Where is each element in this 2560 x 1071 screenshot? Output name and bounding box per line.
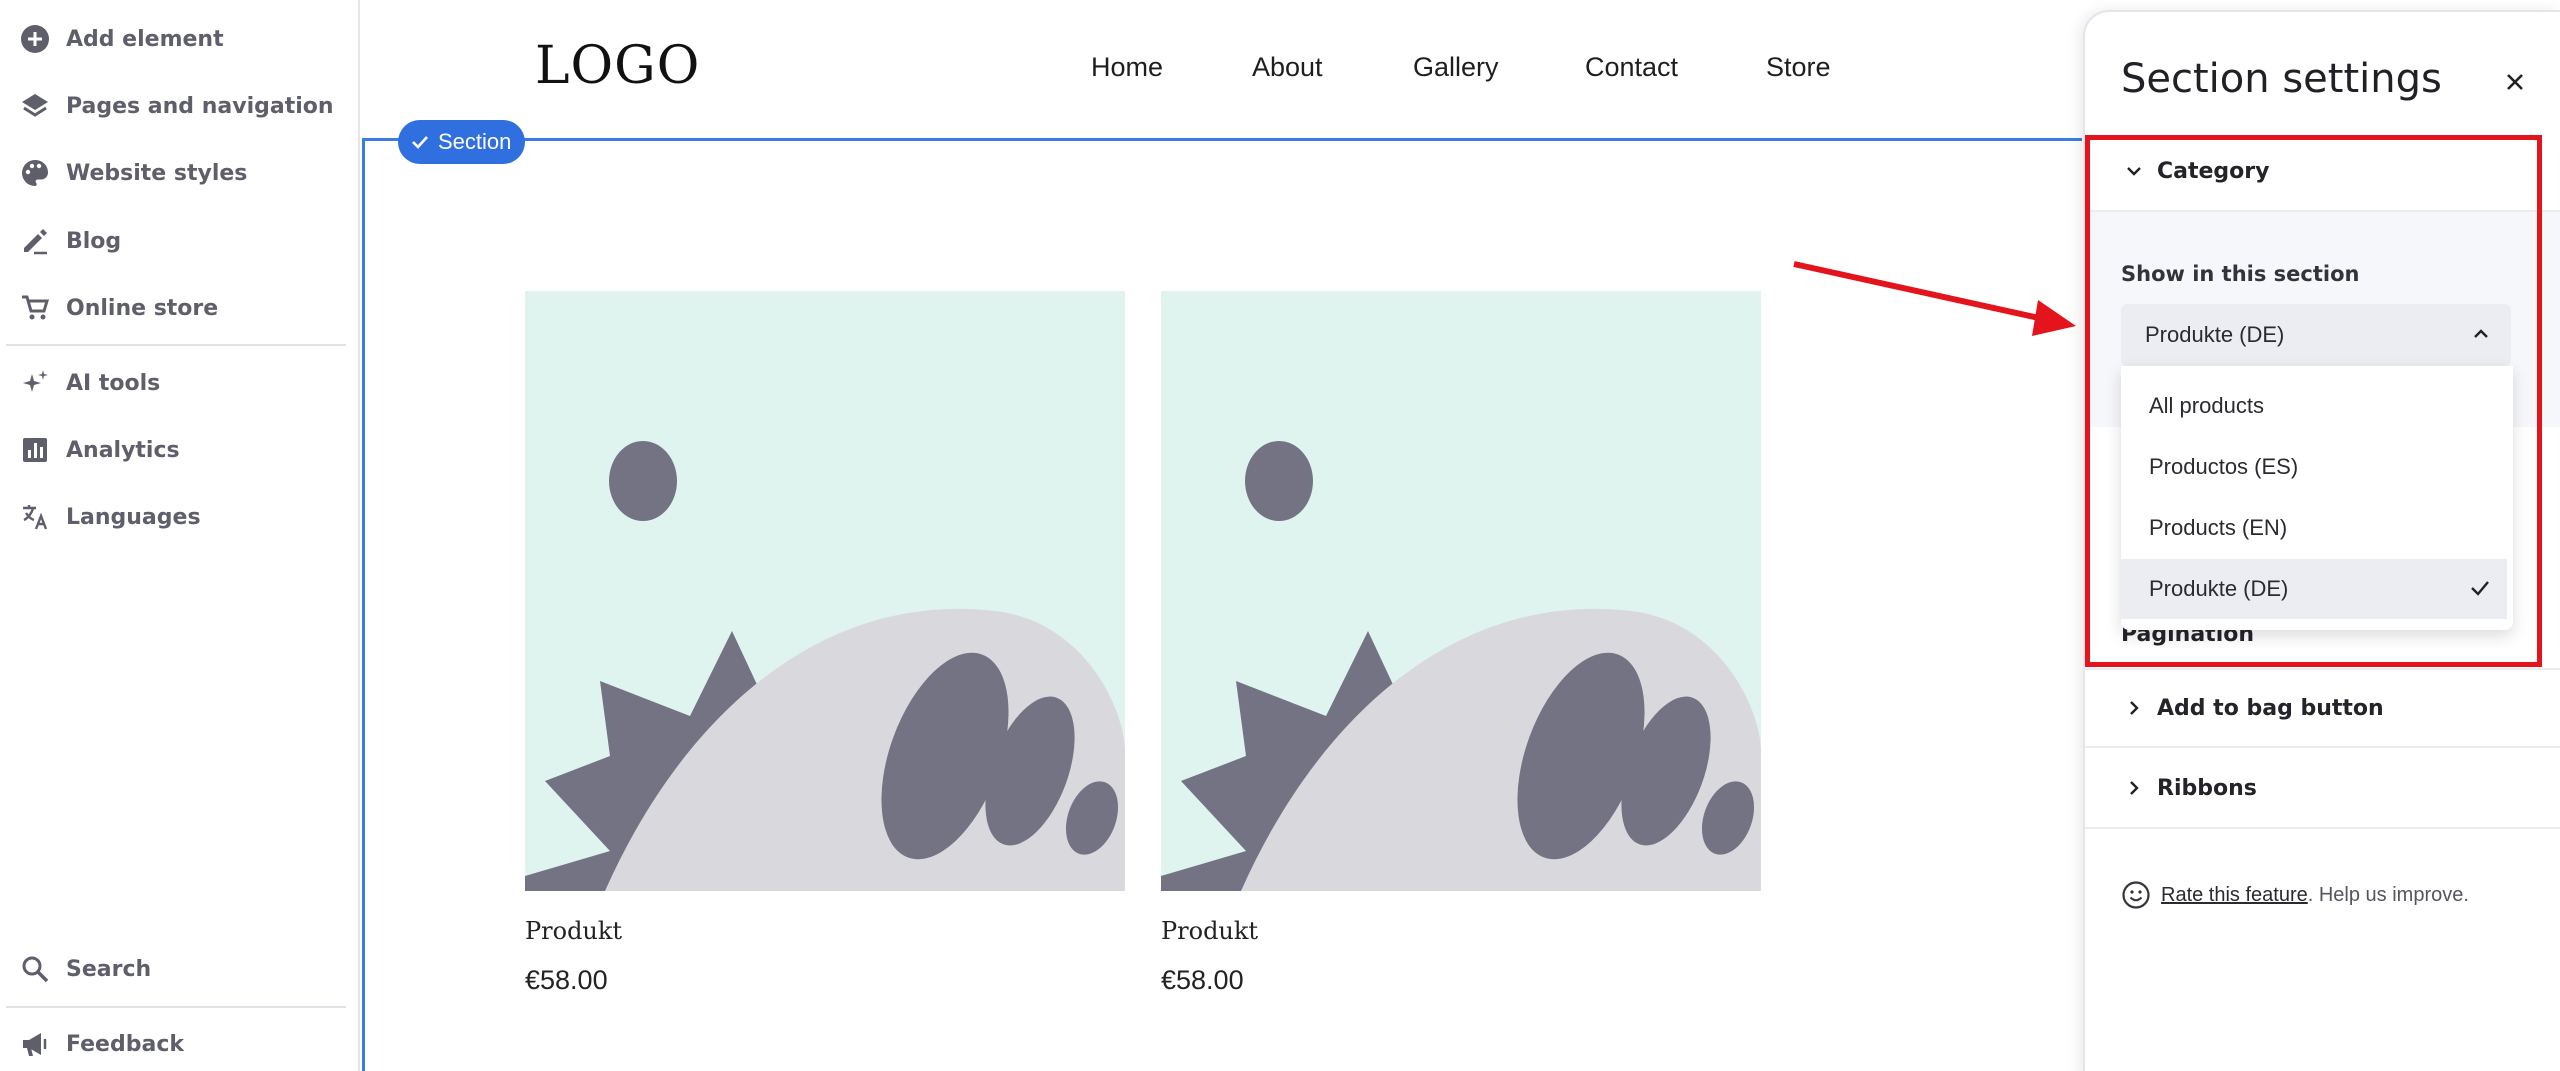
website-canvas: LOGO Home About Gallery Contact Store Se…: [362, 0, 2082, 1071]
check-icon: [2469, 577, 2491, 605]
sidebar-item-label: Blog: [66, 228, 122, 254]
bar-chart-icon: [18, 433, 52, 467]
category-select-value: Produkte (DE): [2145, 322, 2285, 347]
product-price: €58.00: [525, 965, 608, 995]
editor-root: Add element Pages and navigation Website…: [0, 0, 2560, 1071]
accordion-category[interactable]: Category: [2085, 132, 2560, 212]
product-image-placeholder[interactable]: [1161, 291, 1761, 891]
accordion-label: Add to bag button: [2157, 695, 2384, 721]
sidebar-item-feedback[interactable]: Feedback: [18, 1022, 348, 1066]
nav-link-store[interactable]: Store: [1766, 52, 1831, 83]
product-name[interactable]: Produkt: [1161, 917, 1761, 945]
chevron-down-icon: [2121, 158, 2147, 184]
accordion-ribbons[interactable]: Ribbons: [2085, 749, 2560, 829]
sidebar-item-ai-tools[interactable]: AI tools: [18, 361, 348, 405]
check-icon: [412, 136, 428, 149]
smiley-icon: [2122, 881, 2150, 909]
show-in-section-label: Show in this section: [2121, 262, 2360, 286]
site-logo[interactable]: LOGO: [535, 36, 700, 96]
sidebar-item-blog[interactable]: Blog: [18, 219, 348, 263]
nav-link-about[interactable]: About: [1252, 52, 1323, 83]
sidebar-item-website-styles[interactable]: Website styles: [18, 151, 348, 195]
sidebar-divider: [6, 344, 346, 346]
close-panel-button[interactable]: [2495, 62, 2535, 102]
sidebar-item-online-store[interactable]: Online store: [18, 286, 348, 330]
sidebar-item-label: Feedback: [66, 1031, 184, 1057]
chevron-right-icon: [2121, 695, 2147, 721]
megaphone-icon: [18, 1027, 52, 1061]
sparkle-icon: [18, 366, 52, 400]
nav-link-home[interactable]: Home: [1091, 52, 1163, 83]
rate-feature-text: . Help us improve.: [2307, 883, 2469, 906]
dropdown-option-selected[interactable]: Produkte (DE): [2121, 559, 2507, 619]
product-name[interactable]: Produkt: [525, 917, 1125, 945]
chevron-up-icon: [2471, 324, 2491, 348]
sidebar-item-label: Pages and navigation: [66, 93, 334, 119]
dropdown-option[interactable]: All products: [2121, 376, 2507, 436]
sidebar-item-label: Languages: [66, 504, 201, 530]
section-badge[interactable]: Section: [398, 120, 526, 164]
dropdown-option[interactable]: Products (EN): [2121, 498, 2507, 558]
product-card[interactable]: Produkt €58.00: [1161, 291, 1761, 996]
search-icon: [18, 952, 52, 986]
sidebar-item-label: Analytics: [66, 437, 180, 463]
sidebar-item-search[interactable]: Search: [18, 947, 348, 991]
sidebar-item-label: Add element: [66, 26, 224, 52]
category-select[interactable]: Produkte (DE): [2121, 304, 2511, 366]
sidebar-item-add-element[interactable]: Add element: [18, 17, 348, 61]
left-sidebar: Add element Pages and navigation Website…: [0, 0, 360, 1071]
sidebar-item-label: Online store: [66, 295, 219, 321]
accordion-label: Category: [2157, 158, 2270, 184]
panel-title: Section settings: [2121, 56, 2442, 102]
sidebar-item-label: AI tools: [66, 370, 161, 396]
sidebar-item-analytics[interactable]: Analytics: [18, 428, 348, 472]
sidebar-item-label: Website styles: [66, 160, 248, 186]
plus-circle-icon: [18, 22, 52, 56]
dropdown-option[interactable]: Productos (ES): [2121, 437, 2507, 497]
section-badge-label: Section: [438, 129, 512, 154]
sidebar-item-languages[interactable]: Languages: [18, 495, 348, 539]
nav-link-gallery[interactable]: Gallery: [1413, 52, 1499, 83]
dropdown-option-label: Produkte (DE): [2149, 576, 2289, 601]
rate-feature-row: Rate this feature . Help us improve.: [2121, 880, 2469, 910]
product-image-placeholder[interactable]: [525, 291, 1125, 891]
category-dropdown-menu: All products Productos (ES) Products (EN…: [2121, 366, 2513, 630]
nav-link-contact[interactable]: Contact: [1585, 52, 1678, 83]
sidebar-item-label: Search: [66, 956, 152, 982]
close-icon: [2507, 74, 2523, 90]
accordion-label: Ribbons: [2157, 775, 2257, 801]
product-price: €58.00: [1161, 965, 1244, 995]
pencil-icon: [18, 224, 52, 258]
section-settings-panel: Section settings Category Show in this s…: [2083, 10, 2560, 1071]
cart-icon: [18, 291, 52, 325]
sidebar-item-pages-navigation[interactable]: Pages and navigation: [18, 84, 348, 128]
rate-feature-link[interactable]: Rate this feature: [2161, 884, 2308, 907]
palette-icon: [18, 156, 52, 190]
accordion-add-to-bag-button[interactable]: Add to bag button: [2085, 668, 2560, 748]
translate-icon: [18, 500, 52, 534]
layers-icon: [18, 89, 52, 123]
sidebar-divider: [6, 1006, 346, 1008]
chevron-right-icon: [2121, 775, 2147, 801]
product-card[interactable]: Produkt €58.00: [525, 291, 1125, 996]
